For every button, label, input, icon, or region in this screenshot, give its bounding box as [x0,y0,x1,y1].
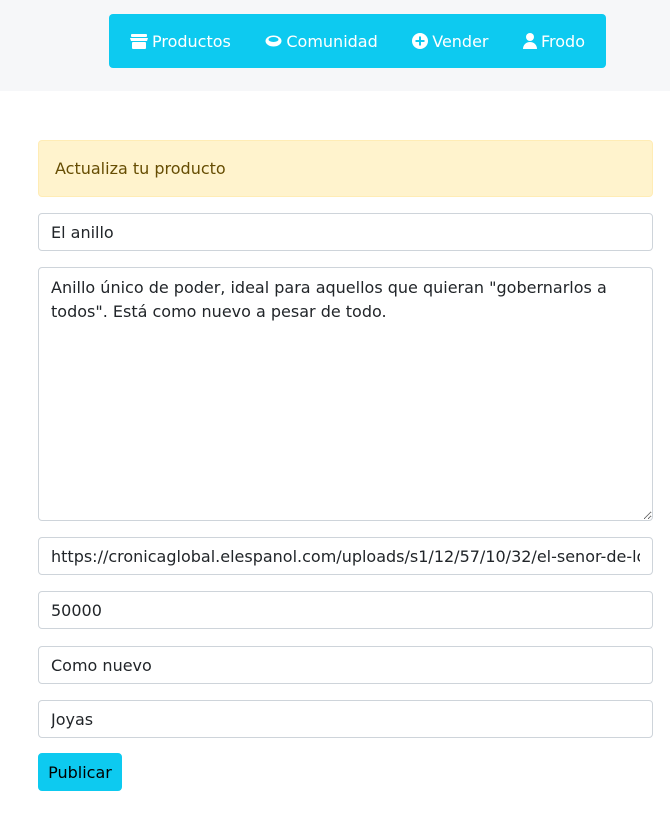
nav-item-frodo[interactable]: Frodo [522,31,585,51]
price-field[interactable] [38,591,653,629]
product-name-field[interactable] [38,213,653,251]
nav-item-comunidad[interactable]: Comunidad [265,31,378,51]
update-alert: Actualiza tu producto [38,140,653,197]
nav-item-label: Vender [432,31,489,51]
top-bar: Productos Comunidad Vender Frodo [0,0,670,91]
alert-text: Actualiza tu producto [55,159,226,178]
user-icon [522,33,537,49]
nav-item-label: Frodo [540,31,585,51]
navbar: Productos Comunidad Vender Frodo [109,14,606,68]
image-url-field[interactable] [38,537,653,575]
description-field[interactable]: Anillo único de poder, ideal para aquell… [38,267,653,521]
ring-icon [265,35,282,47]
plus-circle-icon [412,33,429,49]
publish-button[interactable]: Publicar [38,753,122,791]
condition-field[interactable] [38,646,653,684]
store-icon [130,33,148,49]
nav-item-label: Comunidad [286,31,378,51]
category-field[interactable] [38,700,653,738]
nav-item-productos[interactable]: Productos [130,32,231,51]
nav-item-vender[interactable]: Vender [412,31,489,51]
nav-item-label: Productos [152,31,231,51]
